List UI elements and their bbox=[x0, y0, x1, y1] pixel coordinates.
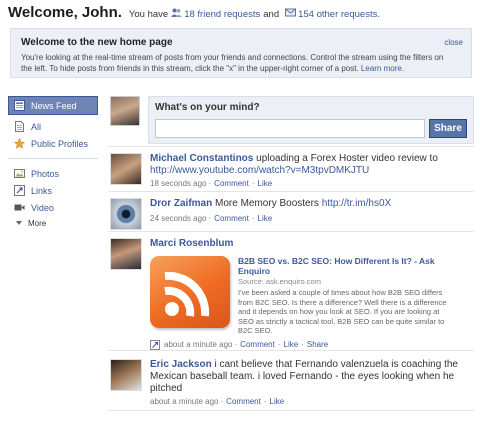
sidebar-item-label: Links bbox=[31, 185, 53, 196]
video-icon bbox=[14, 202, 25, 213]
rss-feed-icon[interactable] bbox=[150, 256, 230, 328]
story-message: Eric Jackson i cant believe that Fernand… bbox=[150, 359, 474, 395]
sidebar-item-news-feed[interactable]: News Feed bbox=[8, 96, 98, 115]
photos-icon bbox=[14, 168, 25, 179]
chevron-down-icon bbox=[16, 221, 22, 225]
friend-requests-link[interactable]: 18 friend requests bbox=[184, 9, 260, 20]
comment-link[interactable]: Comment bbox=[214, 214, 249, 223]
shared-link-icon bbox=[150, 339, 160, 350]
comment-link[interactable]: Comment bbox=[240, 340, 275, 349]
attachment-title-link[interactable]: B2B SEO vs. B2C SEO: How Different Is It… bbox=[238, 256, 435, 276]
avatar[interactable] bbox=[110, 198, 142, 230]
avatar[interactable] bbox=[110, 359, 142, 391]
welcome-header: Welcome, John. You have 18 friend reques… bbox=[8, 4, 380, 26]
news-stream: What's on your mind? Share Michael Const… bbox=[108, 96, 474, 416]
avatar[interactable] bbox=[110, 238, 142, 270]
news-feed-icon bbox=[14, 100, 25, 111]
story-message: Marci Rosenblum bbox=[150, 238, 474, 250]
avatar[interactable] bbox=[110, 153, 142, 185]
story-time: 18 seconds ago bbox=[150, 179, 207, 188]
story-body: Marci Rosenblum B2B SEO vs. B2C SEO: How… bbox=[150, 238, 474, 350]
story-actor-link[interactable]: Dror Zaifman bbox=[150, 198, 212, 209]
link-attachment: B2B SEO vs. B2C SEO: How Different Is It… bbox=[150, 256, 474, 336]
story-actor-link[interactable]: Eric Jackson bbox=[150, 359, 212, 370]
learn-more-link[interactable]: Learn more. bbox=[361, 64, 404, 73]
story-time: about a minute ago bbox=[164, 340, 233, 349]
story-meta: 18 seconds ago · Comment · Like bbox=[150, 179, 273, 188]
and-text: and bbox=[263, 9, 280, 20]
story-meta: about a minute ago · Comment · Like · Share bbox=[150, 339, 474, 350]
story-actor-link[interactable]: Michael Constantinos bbox=[150, 153, 253, 164]
story-meta: 24 seconds ago · Comment · Like bbox=[150, 214, 273, 223]
sidebar-item-video[interactable]: Video bbox=[8, 199, 98, 216]
story-message: Michael Constantinos uploading a Forex H… bbox=[150, 153, 474, 177]
page-icon bbox=[14, 121, 25, 132]
welcome-text: Welcome, John. bbox=[8, 4, 122, 21]
attachment-source: Source: ask.enquiro.com bbox=[238, 277, 321, 286]
story-body: Eric Jackson i cant believe that Fernand… bbox=[150, 359, 474, 406]
avatar[interactable] bbox=[110, 96, 140, 126]
story-time: about a minute ago bbox=[150, 397, 219, 406]
like-link[interactable]: Like bbox=[270, 397, 285, 406]
sidebar-item-label: Video bbox=[31, 202, 54, 213]
sidebar-item-all[interactable]: All bbox=[8, 118, 98, 135]
story-text: uploading a Forex Hoster video review to bbox=[253, 153, 438, 164]
you-have-text: You have bbox=[128, 9, 169, 20]
attachment-text: B2B SEO vs. B2C SEO: How Different Is It… bbox=[238, 256, 450, 336]
sidebar-more-toggle[interactable]: More bbox=[8, 216, 98, 230]
notice-title: Welcome to the new home page bbox=[21, 37, 173, 48]
like-link[interactable]: Like bbox=[258, 214, 273, 223]
story-body: Dror Zaifman More Memory Boosters http:/… bbox=[150, 198, 474, 223]
like-link[interactable]: Like bbox=[284, 340, 299, 349]
sidebar-item-label: News Feed bbox=[31, 100, 77, 111]
notice-close-link[interactable]: close bbox=[444, 38, 463, 47]
sidebar-item-label: Photos bbox=[31, 168, 60, 179]
story-message: Dror Zaifman More Memory Boosters http:/… bbox=[150, 198, 474, 210]
sidebar-item-links[interactable]: Links bbox=[8, 182, 98, 199]
sidebar-item-label: All bbox=[31, 121, 42, 132]
feed-story: Marci Rosenblum B2B SEO vs. B2C SEO: How… bbox=[108, 231, 474, 350]
feed-story: Eric Jackson i cant believe that Fernand… bbox=[108, 350, 474, 410]
notice-body: You're looking at the real-time stream o… bbox=[21, 52, 451, 74]
share-link[interactable]: Share bbox=[307, 340, 328, 349]
share-button[interactable]: Share bbox=[429, 119, 467, 138]
story-meta: about a minute ago · Comment · Like bbox=[150, 397, 285, 406]
story-body: Michael Constantinos uploading a Forex H… bbox=[150, 153, 474, 188]
sidebar-item-photos[interactable]: Photos bbox=[8, 165, 98, 182]
attachment-description: I've been asked a couple of times about … bbox=[238, 288, 447, 335]
comment-link[interactable]: Comment bbox=[226, 397, 261, 406]
story-time: 24 seconds ago bbox=[150, 214, 207, 223]
like-link[interactable]: Like bbox=[258, 179, 273, 188]
sidebar-divider bbox=[8, 158, 98, 159]
comment-link[interactable]: Comment bbox=[214, 179, 249, 188]
friend-requests-icon bbox=[171, 8, 183, 17]
welcome-notice: Welcome to the new home page You're look… bbox=[10, 28, 472, 78]
links-icon bbox=[14, 185, 25, 196]
other-requests-icon bbox=[285, 8, 297, 17]
story-link[interactable]: http://tr.im/hs0X bbox=[322, 198, 391, 209]
status-composer: What's on your mind? Share bbox=[148, 96, 474, 144]
feed-story: Dror Zaifman More Memory Boosters http:/… bbox=[108, 191, 474, 231]
story-text: More Memory Boosters bbox=[212, 198, 322, 209]
story-link[interactable]: http://www.youtube.com/watch?v=M3tpvDMKJ… bbox=[150, 165, 369, 176]
filter-sidebar: News Feed All Public Profiles Photos Lin… bbox=[8, 96, 98, 230]
public-profiles-icon bbox=[13, 137, 26, 149]
sidebar-more-label: More bbox=[28, 218, 47, 228]
sidebar-item-public-profiles[interactable]: Public Profiles bbox=[8, 135, 98, 152]
feed-story-divider bbox=[108, 410, 474, 416]
other-requests-link[interactable]: 154 other requests. bbox=[298, 9, 380, 20]
sidebar-item-label: Public Profiles bbox=[31, 138, 89, 149]
status-input[interactable] bbox=[155, 119, 425, 138]
status-composer-row: What's on your mind? Share bbox=[108, 96, 474, 146]
story-actor-link[interactable]: Marci Rosenblum bbox=[150, 238, 233, 249]
composer-prompt: What's on your mind? bbox=[155, 102, 260, 113]
feed-story: Michael Constantinos uploading a Forex H… bbox=[108, 146, 474, 191]
